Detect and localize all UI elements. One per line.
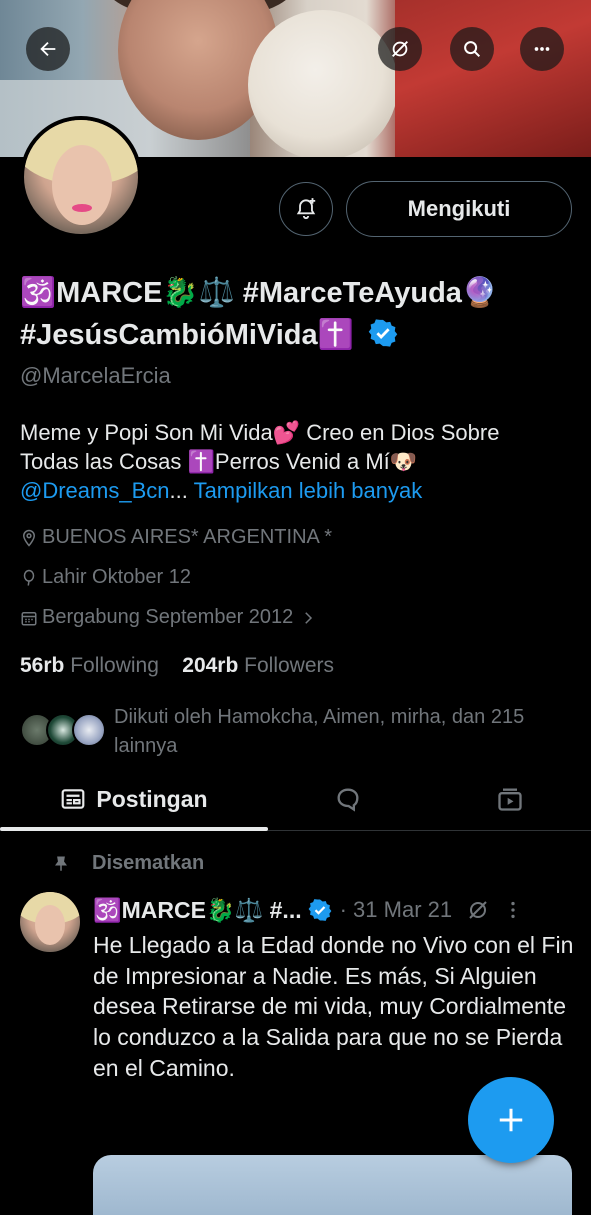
followers-count: 204rb (182, 654, 239, 677)
tab-media[interactable] (462, 768, 558, 830)
banner-background (395, 0, 591, 157)
following-label: Following (70, 654, 159, 677)
tab-replies[interactable] (300, 768, 396, 830)
bio-line-1: Meme y Popi Son Mi Vida💕 Creo en Dios So… (20, 420, 500, 445)
following-count: 56rb (20, 654, 65, 677)
verified-badge-icon[interactable] (368, 318, 398, 348)
posts-icon (62, 789, 85, 809)
chevron-right-icon (305, 611, 313, 624)
location-row: BUENOS AIRES* ARGENTINA * (20, 526, 332, 549)
profile-tabs: Postingan (0, 768, 591, 831)
profile-handle: @MarcelaErcia (20, 363, 171, 388)
tab-posts-label: Postingan (96, 785, 208, 812)
display-name: 🕉️MARCE🐉⚖️ #MarceTeAyuda🔮 #JesúsCambióMi… (20, 272, 575, 356)
tweet-header: 🕉️MARCE🐉⚖️ #... · 31 Mar 21 (93, 893, 573, 927)
banner-dog (248, 10, 398, 157)
show-more-link[interactable]: Tampilkan lebih banyak (194, 478, 423, 503)
balloon-icon (23, 569, 35, 586)
bell-plus-icon (296, 198, 316, 220)
birthday-text: Lahir Oktober 12 (42, 566, 191, 588)
plus-icon (499, 1108, 523, 1132)
pin-icon (55, 856, 67, 871)
joined-text: Bergabung September 2012 (42, 606, 294, 628)
more-vertical-icon[interactable] (502, 899, 524, 921)
pinned-label: Disematkan (92, 852, 205, 874)
more-button[interactable] (520, 27, 564, 71)
bio-line-2: Todas las Cosas ✝️Perros Venid a Mí🐶 (20, 449, 418, 474)
bio-mention-link[interactable]: @Dreams_Bcn (20, 478, 170, 503)
follow-stats: 56rb Following 204rb Followers (20, 654, 334, 678)
verified-badge-icon (308, 899, 332, 921)
profile-bio: Meme y Popi Son Mi Vida💕 Creo en Dios So… (20, 418, 575, 505)
more-icon (534, 47, 550, 51)
grok-icon (392, 41, 408, 57)
tweet-author-name[interactable]: 🕉️MARCE🐉⚖️ #... (93, 897, 302, 924)
calendar-icon (21, 611, 37, 625)
compose-button[interactable] (468, 1077, 554, 1163)
media-icon (498, 788, 522, 811)
tweet-text: He Llegado a la Edad donde no Vivo con e… (93, 932, 574, 1081)
location-pin-icon (22, 529, 36, 547)
followed-by-text: Diikuti oleh Hamokcha, Aimen, mirha, dan… (114, 706, 525, 757)
following-stat[interactable]: 56rb Following (20, 654, 159, 677)
display-name-line1: 🕉️MARCE🐉⚖️ #MarceTeAyuda🔮 (20, 277, 499, 309)
back-button[interactable] (26, 27, 70, 71)
avatar-face (52, 145, 112, 225)
followers-stat[interactable]: 204rb Followers (182, 654, 334, 677)
followers-label: Followers (244, 654, 335, 677)
grok-icon[interactable] (466, 898, 490, 922)
location-text: BUENOS AIRES* ARGENTINA * (42, 526, 333, 548)
tweet-date: · 31 Mar 21 (339, 897, 453, 922)
tab-posts[interactable]: Postingan (0, 768, 268, 830)
arrow-left-icon (40, 41, 56, 57)
active-tab-indicator (0, 827, 268, 831)
tweet-avatar-face (35, 905, 65, 945)
display-name-line2: #JesúsCambióMiVida✝️ (20, 319, 354, 351)
following-button[interactable]: Mengikuti (346, 181, 572, 237)
tweet-media[interactable] (93, 1155, 572, 1215)
tweet-author-avatar[interactable] (20, 892, 80, 952)
profile-avatar[interactable] (20, 116, 142, 238)
followed-by-row[interactable]: Diikuti oleh Hamokcha, Aimen, mirha, dan… (20, 703, 575, 759)
avatar-lips (72, 204, 92, 212)
reply-bubble-icon (337, 788, 359, 812)
grok-button[interactable] (378, 27, 422, 71)
bio-ellipsis: ... (169, 478, 188, 503)
notifications-button[interactable] (279, 182, 333, 236)
search-icon (464, 41, 481, 58)
pinned-label-row: Disematkan (52, 852, 204, 875)
birthday-row: Lahir Oktober 12 (20, 566, 191, 589)
joined-row[interactable]: Bergabung September 2012 (20, 606, 321, 629)
follower-avatar (72, 713, 106, 747)
search-button[interactable] (450, 27, 494, 71)
